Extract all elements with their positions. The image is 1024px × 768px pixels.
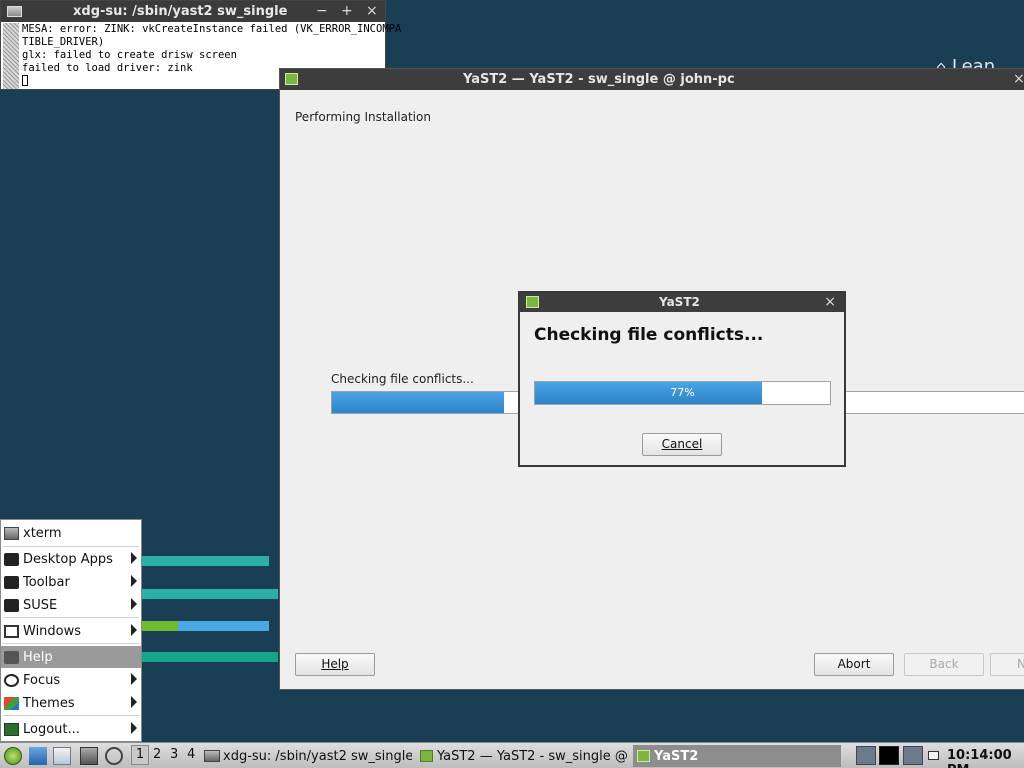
submenu-arrow-icon: [131, 624, 137, 636]
next-button[interactable]: N: [990, 653, 1024, 676]
submenu-arrow-icon: [131, 722, 137, 734]
focus-icon: [4, 673, 19, 687]
close-button[interactable]: ×: [824, 294, 836, 310]
yast-icon: [420, 750, 433, 762]
desktop-2[interactable]: 2: [153, 747, 161, 762]
terminal-cursor: [22, 75, 28, 86]
menu-separator: [3, 617, 139, 618]
terminal-icon[interactable]: [80, 747, 98, 765]
logout-icon: [4, 722, 19, 736]
file-manager-icon[interactable]: [53, 747, 71, 765]
progress-percent: 77%: [670, 386, 695, 399]
yast-icon: [285, 73, 298, 85]
pager-preview-2[interactable]: [879, 746, 899, 765]
menu-separator: [3, 643, 139, 644]
pager-preview-3[interactable]: [903, 746, 923, 765]
submenu-arrow-icon: [131, 673, 137, 685]
desktop-bar: [142, 556, 269, 566]
taskbar[interactable]: 1 2 3 4 xdg-su: /sbin/yast2 sw_single Ya…: [0, 742, 1024, 768]
xterm-titlebar[interactable]: xdg-su: /sbin/yast2 sw_single − + ×: [1, 1, 385, 22]
yast-title: YaST2 — YaST2 - sw_single @ john-pc: [463, 72, 735, 87]
submenu-arrow-icon: [131, 552, 137, 564]
menu-separator: [3, 715, 139, 716]
abort-button[interactable]: Abort: [814, 653, 894, 676]
menu-separator: [3, 546, 139, 547]
mail-icon[interactable]: [928, 751, 939, 760]
menu-item-toolbar[interactable]: Toolbar: [1, 571, 141, 593]
menu-item-windows[interactable]: Windows: [1, 620, 141, 642]
back-button[interactable]: Back: [904, 653, 984, 676]
menu-item-help[interactable]: Help: [1, 646, 141, 668]
help-button[interactable]: Help: [295, 653, 375, 676]
terminal-icon: [7, 6, 22, 17]
pager-preview-1[interactable]: [856, 746, 876, 765]
yast-icon: [526, 296, 539, 308]
desktop-bar: [142, 589, 278, 599]
task-yast-dialog[interactable]: YaST2: [633, 745, 841, 767]
dialog-progress-bar: 77%: [534, 381, 831, 405]
desktop-1[interactable]: 1: [131, 745, 149, 765]
task-xterm[interactable]: xdg-su: /sbin/yast2 sw_single: [204, 745, 412, 767]
minimize-button[interactable]: −: [316, 3, 328, 19]
show-desktop-icon[interactable]: [29, 747, 47, 765]
themes-icon: [4, 696, 19, 710]
menu-item-desktop-apps[interactable]: Desktop Apps: [1, 548, 141, 570]
terminal-icon: [4, 526, 19, 540]
folder-icon: [4, 575, 19, 589]
yast-icon: [637, 750, 650, 762]
desktop-bar: [142, 621, 178, 631]
windows-icon: [4, 624, 19, 638]
desktop-4[interactable]: 4: [187, 747, 195, 762]
menu-item-xterm[interactable]: xterm: [1, 522, 141, 544]
dialog-heading: Checking file conflicts...: [534, 325, 764, 345]
close-button[interactable]: ×: [366, 3, 378, 19]
desktop-bar: [178, 621, 269, 631]
xterm-title: xdg-su: /sbin/yast2 sw_single: [73, 4, 288, 19]
submenu-arrow-icon: [131, 598, 137, 610]
menu-item-focus[interactable]: Focus: [1, 669, 141, 691]
start-menu[interactable]: xterm Desktop Apps Toolbar SUSE Windows …: [0, 519, 142, 742]
terminal-line: MESA: error: ZINK: vkCreateInstance fail…: [22, 23, 402, 35]
task-yast-main[interactable]: YaST2 — YaST2 - sw_single @ j...: [420, 745, 630, 767]
page-title: Performing Installation: [295, 110, 431, 124]
folder-icon: [4, 598, 19, 612]
progress-fill: [332, 392, 505, 413]
progress-label: Checking file conflicts...: [331, 372, 474, 386]
desktop-3[interactable]: 3: [170, 747, 178, 762]
menu-item-suse[interactable]: SUSE: [1, 594, 141, 616]
xterm-scrollbar[interactable]: [3, 23, 19, 89]
help-icon: [4, 650, 19, 664]
maximize-button[interactable]: +: [341, 3, 353, 19]
clock[interactable]: 10:14:00 PM: [947, 748, 1024, 768]
submenu-arrow-icon: [131, 575, 137, 587]
dialog-titlebar[interactable]: YaST2 ×: [520, 293, 844, 312]
menu-item-logout[interactable]: Logout...: [1, 718, 141, 740]
dialog-title: YaST2: [659, 295, 700, 309]
terminal-line: glx: failed to create drisw screen: [22, 49, 237, 61]
cancel-button[interactable]: Cancel: [642, 433, 722, 456]
yast-titlebar[interactable]: YaST2 — YaST2 - sw_single @ john-pc ×: [280, 69, 1024, 90]
submenu-arrow-icon: [131, 696, 137, 708]
terminal-line: TIBLE_DRIVER): [22, 36, 105, 48]
desktop-bar: [142, 652, 278, 662]
conflict-check-dialog[interactable]: YaST2 × Checking file conflicts... 77% C…: [518, 291, 846, 467]
menu-item-themes[interactable]: Themes: [1, 692, 141, 714]
start-menu-icon[interactable]: [4, 747, 22, 765]
close-button[interactable]: ×: [1013, 71, 1024, 87]
terminal-icon: [204, 750, 220, 762]
folder-icon: [4, 552, 19, 566]
power-icon[interactable]: [105, 747, 123, 765]
